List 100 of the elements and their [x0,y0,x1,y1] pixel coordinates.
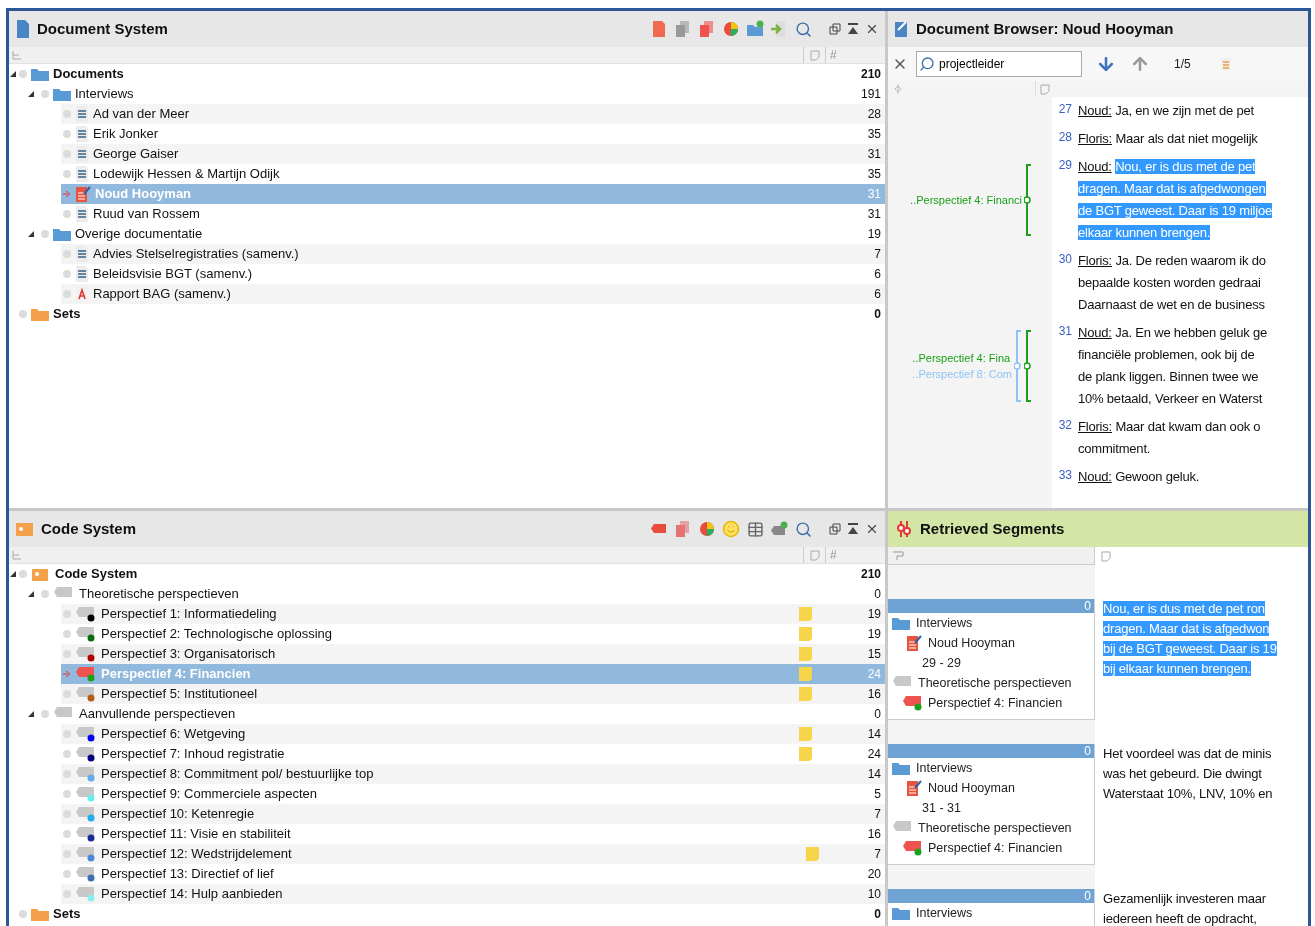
document-edit-icon [906,780,922,796]
panel-title: Code System [41,518,137,539]
document-name: Noud Hooyman [928,635,1015,652]
column-label: # [825,47,885,63]
item-label: Documents [53,65,124,84]
item-label: Ruud van Rossem [93,205,200,224]
count: 19 [867,626,882,643]
code-name: Perspectief 4: Financien [928,840,1063,857]
paragraph-number: 29 [1057,157,1073,174]
next-hit-button[interactable] [1096,54,1116,74]
restore-icon[interactable] [829,522,843,536]
count: 7 [874,246,882,263]
tree-item[interactable]: Perspectief 5: Institutioneel 16 [61,684,885,704]
item-label: Perspectief 6: Wetgeving [101,725,246,744]
count: 0 [874,906,882,923]
code-tag-icon [75,786,97,802]
expanded-triangle-icon[interactable] [9,70,17,78]
restore-icon[interactable] [829,22,843,36]
tree-icon [12,550,22,560]
count: 35 [867,126,882,143]
item-label: Perspectief 13: Directief of lief [101,865,274,884]
close-button[interactable] [865,522,879,536]
expanded-triangle-icon[interactable] [27,90,35,98]
count: 0 [874,306,882,323]
tree-item[interactable]: Perspectief 1: Informatiedeling 19 [61,604,885,624]
item-label: Perspectief 4: Financien [101,665,251,684]
tree-item[interactable]: Perspectief 3: Organisatorisch 15 [61,644,885,664]
document-icon [15,19,31,39]
tree-item[interactable]: Ad van der Meer 28 [61,104,885,124]
paragraph-text: Floris: Ja. De reden waarom ik do bepaalde kosten worden gedraai Daarnaast de wet en de business [1078,252,1266,314]
text-document-icon [75,146,89,162]
maximize-icon[interactable] [847,522,861,536]
item-label: Sets [53,905,81,924]
expanded-triangle-icon[interactable] [27,710,35,718]
count: 210 [860,66,882,83]
document-edit-icon [906,635,922,651]
code-tag-icon [75,866,97,882]
item-label: Perspectief 11: Visie en stabiliteit [101,825,291,844]
code-tag-icon [75,766,97,782]
close-button[interactable] [865,22,879,36]
folder-name: Interviews [916,905,973,922]
tree-icon [12,50,22,60]
search-icon[interactable] [793,19,813,39]
code-tag-icon [902,840,924,856]
maximize-icon[interactable] [847,22,861,36]
segment-header: 0 [888,599,1094,613]
tree-item[interactable]: Advies Stelselregistraties (samenv.) 7 [61,244,885,264]
count: 6 [874,286,882,303]
folder-icon [892,906,910,920]
expanded-triangle-icon[interactable] [27,230,35,238]
segment-text: Nou, er is dus met de pet ron dragen. Maar dat is afgedwon bij de BGT geweest. Daar is 19 bij elkaar kunnen brengen. [1103,600,1278,678]
code-tag-icon [75,726,97,742]
item-label: Overige documentatie [75,225,203,244]
paragraph-text: Noud: Gewoon geluk. [1078,468,1200,486]
code-tag-icon [75,686,97,702]
item-label: Aanvullende perspectieven [79,705,236,724]
code-bracket [1024,330,1032,402]
paragraph-number: 33 [1057,467,1073,484]
text-document-icon [75,266,89,282]
tree-item[interactable]: Perspectief 14: Hulp aanbieden 10 [61,884,885,904]
table-icon[interactable] [745,519,765,539]
paragraph-number: 30 [1057,251,1073,268]
previous-hit-button[interactable] [1130,54,1150,74]
code-tag-icon [75,626,97,642]
code-tag-icon [902,695,924,711]
item-label: Perspectief 2: Technologische oplossing [101,625,333,644]
tree-item[interactable]: George Gaiser 31 [61,144,885,164]
folder-add-icon[interactable] [745,19,765,39]
expanded-triangle-icon[interactable] [27,590,35,598]
paragraph-text: Floris: Maar als dat niet mogelijk [1078,130,1258,148]
search-field[interactable]: projectleider [916,51,1082,77]
memo-column-icon [1101,550,1111,562]
memo-column-icon [809,549,820,561]
item-label: Perspectief 14: Hulp aanbieden [101,885,283,904]
count: 5 [874,786,882,803]
item-label: Perspectief 10: Ketenregie [101,805,255,824]
code-tag-icon [75,806,97,822]
tree-item[interactable]: Perspectief 12: Wedstrijdelement 7 [61,844,885,864]
tree-item[interactable]: Perspectief 6: Wetgeving 14 [61,724,885,744]
count: 16 [867,686,882,703]
tree-item[interactable]: Rapport BAG (samenv.) 6 [61,284,885,304]
document-edit-icon [894,20,908,38]
tree-item[interactable]: Perspectief 10: Ketenregie 7 [61,804,885,824]
text-document-icon [75,206,89,222]
paragraph-text: Noud: Ja, en we zijn met de pet [1078,102,1254,120]
segment-header: 0 [888,744,1094,758]
code-name: Perspectief 4: Financien [928,695,1063,712]
code-tag-icon [75,746,97,762]
item-label: Perspectief 12: Wedstrijdelement [101,845,292,864]
pie-chart-icon[interactable] [721,19,741,39]
code-group-name: Theoretische perspectieven [918,675,1072,692]
count: 31 [867,186,882,203]
search-icon[interactable] [793,519,813,539]
list-icon[interactable] [1218,57,1233,71]
pie-chart-icon[interactable] [697,519,717,539]
item-label: Perspectief 8: Commitment pol/ bestuurlijke top [101,765,374,784]
tree-item[interactable]: Perspectief 8: Commitment pol/ bestuurlijke top 14 [61,764,885,784]
item-label: Perspectief 1: Informatiedeling [101,605,277,624]
item-label: Lodewijk Hessen & Martijn Odijk [93,165,280,184]
expanded-triangle-icon[interactable] [9,570,17,578]
